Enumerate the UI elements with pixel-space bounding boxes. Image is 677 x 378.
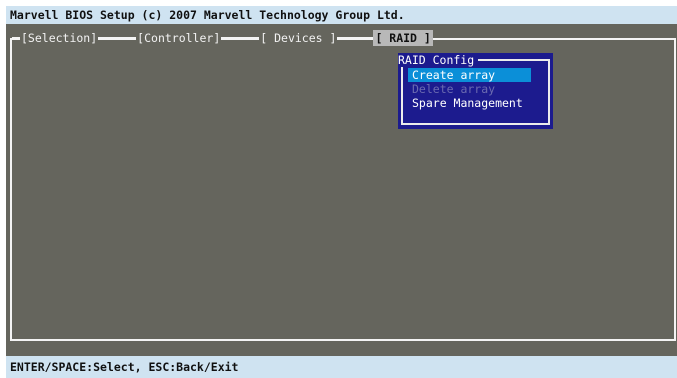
frame-line [98, 37, 137, 39]
status-bar: ENTER/SPACE:Select, ESC:Back/Exit [6, 356, 677, 378]
raid-config-menu: RAID Config Create array Delete array Sp… [398, 53, 553, 129]
frame-line [12, 37, 20, 39]
menu-item-create-array[interactable]: Create array [408, 68, 531, 82]
title-bar: Marvell BIOS Setup (c) 2007 Marvell Tech… [6, 6, 677, 24]
tab-bar: [Selection] [Controller] [ Devices ] [ R… [12, 30, 433, 46]
frame-line [221, 37, 260, 39]
frame-line [337, 37, 374, 39]
menu-title: RAID Config [398, 53, 479, 67]
tab-selection[interactable]: [Selection] [20, 30, 99, 46]
tab-devices[interactable]: [ Devices ] [259, 30, 338, 46]
menu-item-spare-management[interactable]: Spare Management [408, 96, 523, 110]
main-frame [10, 38, 676, 341]
tab-raid[interactable]: [ RAID ] [373, 30, 433, 46]
tab-controller[interactable]: [Controller] [136, 30, 222, 46]
bios-screen: Marvell BIOS Setup (c) 2007 Marvell Tech… [6, 6, 677, 378]
menu-item-delete-array[interactable]: Delete array [408, 82, 495, 96]
